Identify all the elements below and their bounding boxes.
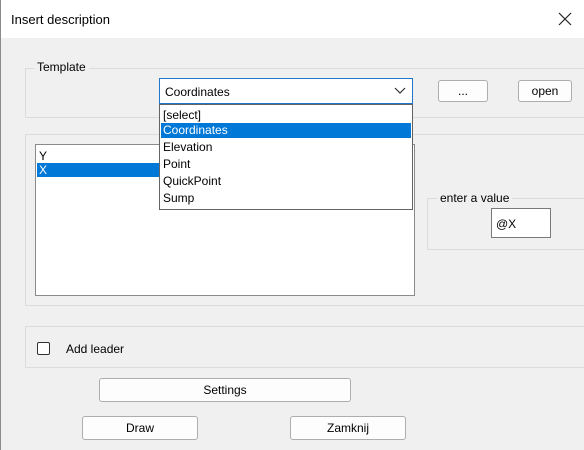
dialog-title: Insert description xyxy=(11,12,110,27)
open-button[interactable]: open xyxy=(518,80,572,102)
dropdown-option-selected[interactable]: Coordinates xyxy=(161,123,411,138)
browse-button[interactable]: ... xyxy=(438,80,488,102)
dropdown-option[interactable]: Elevation xyxy=(161,140,411,155)
value-group-label: enter a value xyxy=(437,191,513,205)
value-input[interactable]: @X xyxy=(491,208,551,238)
title-bar: Insert description xyxy=(1,0,584,38)
template-group-label: Template xyxy=(34,60,89,74)
dropdown-option[interactable]: [select] xyxy=(161,108,411,123)
chevron-down-icon xyxy=(394,87,406,94)
close-icon xyxy=(558,12,572,26)
add-leader-checkbox[interactable] xyxy=(37,342,50,355)
dropdown-option[interactable]: Point xyxy=(161,157,411,172)
dropdown-option[interactable]: Sump xyxy=(161,191,411,206)
template-combobox[interactable]: Coordinates xyxy=(159,78,413,104)
settings-button[interactable]: Settings xyxy=(99,378,351,402)
open-button-label: open xyxy=(531,84,559,98)
zamknij-button-label: Zamknij xyxy=(326,421,369,435)
draw-button[interactable]: Draw xyxy=(82,416,198,440)
insert-description-dialog: Insert description Template Coordinates … xyxy=(0,0,584,450)
settings-button-label: Settings xyxy=(203,383,247,397)
browse-button-label: ... xyxy=(457,84,468,98)
template-combobox-value: Coordinates xyxy=(165,85,230,99)
draw-button-label: Draw xyxy=(125,421,154,435)
zamknij-button[interactable]: Zamknij xyxy=(290,416,406,440)
dropdown-option[interactable]: QuickPoint xyxy=(161,174,411,189)
add-leader-label: Add leader xyxy=(66,342,125,356)
value-input-text: @X xyxy=(496,217,517,231)
template-dropdown-list[interactable]: [select] Coordinates Elevation Point Qui… xyxy=(159,104,413,210)
close-button[interactable] xyxy=(545,0,584,38)
